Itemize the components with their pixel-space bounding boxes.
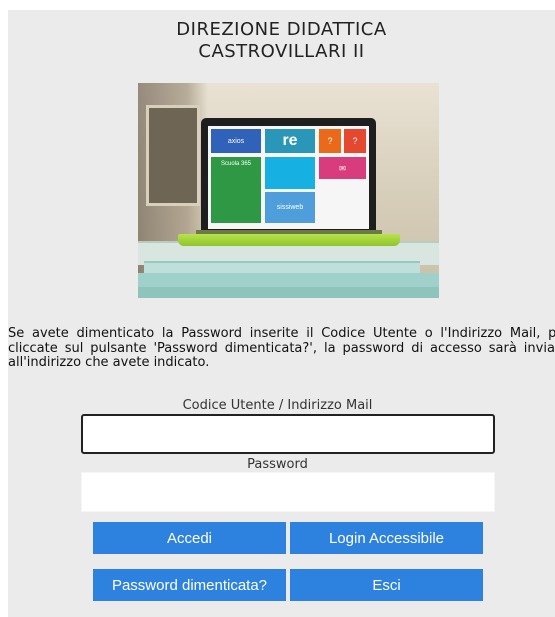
hero-image: axios re ? ? Scuola 365 ✉ sissiweb: [138, 83, 439, 298]
sissiweb-tile: sissiweb: [265, 192, 315, 223]
password-label: Password: [247, 457, 308, 472]
login-accessibile-button[interactable]: Login Accessibile: [290, 522, 483, 554]
page-title: DIREZIONE DIDATTICA CASTROVILLARI II: [8, 19, 555, 63]
password-recovery-info: Se avete dimenticato la Password inserit…: [8, 326, 555, 370]
school-name-line1: DIREZIONE DIDATTICA: [176, 19, 387, 40]
re-tile: re: [265, 129, 315, 153]
accedi-button[interactable]: Accedi: [93, 522, 286, 554]
password-dimenticata-button[interactable]: Password dimenticata?: [93, 569, 286, 601]
user-code-input[interactable]: [81, 414, 495, 454]
hero-window: [146, 105, 200, 206]
question-icon: ?: [319, 129, 341, 153]
password-input[interactable]: [81, 472, 495, 512]
esci-button[interactable]: Esci: [290, 569, 483, 601]
school-name-line2: CASTROVILLARI II: [198, 41, 365, 62]
question-icon: ?: [344, 129, 366, 153]
laptop-icon: axios re ? ? Scuola 365 ✉ sissiweb: [201, 118, 376, 232]
message-icon: ✉: [319, 157, 366, 179]
cyan-tile: [265, 157, 315, 189]
laptop-base: [178, 234, 400, 246]
hero-table: [138, 287, 439, 298]
axios-tile: axios: [211, 129, 261, 153]
scuola-365-tile: Scuola 365: [211, 157, 261, 223]
laptop-screen: axios re ? ? Scuola 365 ✉ sissiweb: [208, 126, 369, 229]
user-label: Codice Utente / Indirizzo Mail: [182, 398, 373, 413]
